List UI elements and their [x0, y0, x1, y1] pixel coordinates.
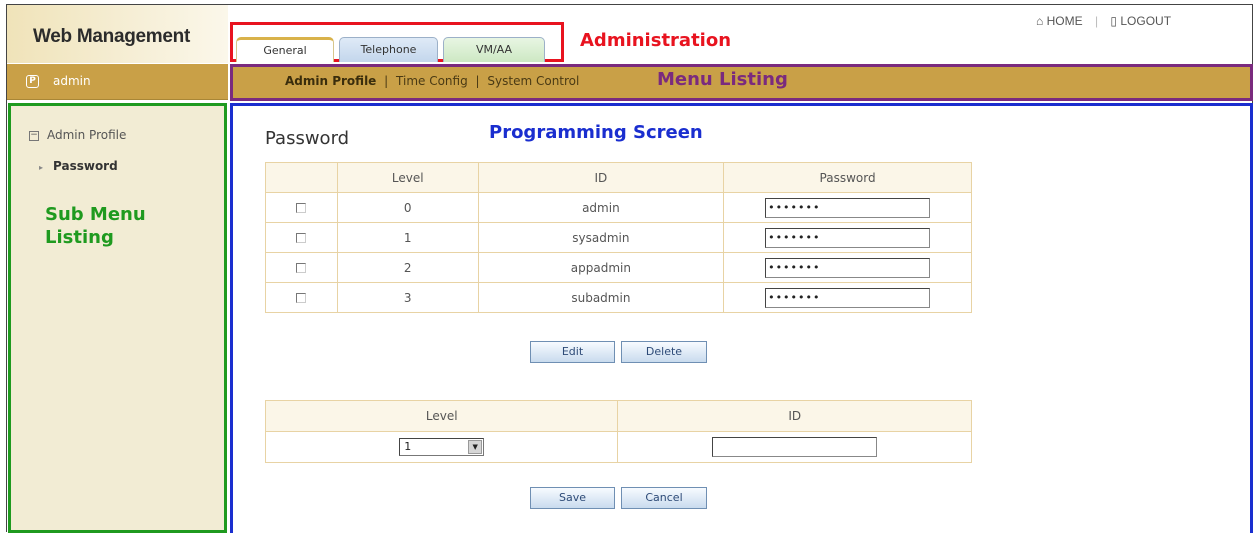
delete-button[interactable]: Delete: [621, 341, 707, 363]
administration-annotation: Administration: [580, 30, 732, 51]
menu-item-system-control[interactable]: System Control: [487, 74, 579, 88]
level-cell: 1: [336, 222, 479, 253]
row-checkbox[interactable]: [296, 263, 307, 273]
table-row: 0 admin •••••••: [265, 192, 972, 223]
sidebar-group-admin-profile[interactable]: Admin Profile: [47, 128, 126, 142]
tab-telephone[interactable]: Telephone: [339, 37, 438, 62]
home-link[interactable]: HOME: [1047, 14, 1083, 28]
menu-separator: |: [475, 74, 480, 88]
password-table: Level ID Password 0 admin ••••••• 1 sysa…: [265, 162, 972, 313]
logo: Web Management: [33, 26, 190, 47]
link-separator: |: [1094, 14, 1099, 28]
column-header-id: ID: [617, 400, 972, 432]
id-input[interactable]: [712, 437, 878, 457]
id-cell: subadmin: [477, 282, 725, 313]
level-select[interactable]: 1 ▼: [399, 438, 485, 456]
programming-annotation: Programming Screen: [489, 122, 703, 143]
user-bar: [7, 64, 228, 100]
level-cell: 3: [336, 282, 479, 313]
cancel-button[interactable]: Cancel: [621, 487, 707, 509]
user-icon: P: [26, 75, 39, 88]
column-header-level: Level: [264, 400, 619, 432]
arrow-right-icon: ▸: [39, 163, 44, 172]
sub-menu-annotation: Sub Menu Listing: [45, 204, 146, 248]
id-cell: admin: [477, 192, 725, 223]
table-row: 2 appadmin •••••••: [265, 252, 972, 283]
id-cell: appadmin: [477, 252, 725, 283]
column-header-level: Level: [336, 162, 479, 193]
sidebar-item-password[interactable]: Password: [53, 159, 118, 173]
menu-items: Admin Profile | Time Config | System Con…: [285, 74, 579, 88]
password-field[interactable]: •••••••: [765, 287, 931, 308]
collapse-icon[interactable]: −: [29, 131, 39, 141]
table-row: 3 subadmin •••••••: [265, 282, 972, 313]
level-select-value: 1: [404, 440, 412, 453]
tab-vm-aa[interactable]: VM/AA: [443, 37, 545, 62]
edit-button[interactable]: Edit: [530, 341, 615, 363]
menu-item-time-config[interactable]: Time Config: [396, 74, 468, 88]
page-title: Password: [265, 128, 350, 149]
column-header-id: ID: [477, 162, 725, 193]
row-checkbox[interactable]: [296, 233, 307, 243]
column-header-password: Password: [723, 162, 972, 193]
chevron-down-icon[interactable]: ▼: [468, 440, 483, 454]
password-field[interactable]: •••••••: [765, 227, 931, 248]
row-checkbox[interactable]: [296, 203, 307, 213]
tab-general[interactable]: General: [236, 37, 334, 62]
top-links: ⌂ HOME | ▯ LOGOUT: [1036, 14, 1171, 28]
menu-item-admin-profile[interactable]: Admin Profile: [285, 74, 376, 88]
password-field[interactable]: •••••••: [765, 257, 931, 278]
add-user-table: Level ID 1 ▼: [264, 400, 972, 463]
level-cell: 2: [336, 252, 479, 283]
level-cell: 0: [336, 192, 479, 223]
table-row: 1 sysadmin •••••••: [265, 222, 972, 253]
logout-icon[interactable]: ▯: [1110, 14, 1117, 28]
table-row: 1 ▼: [264, 431, 972, 463]
column-header-select: [265, 162, 338, 193]
row-checkbox[interactable]: [296, 293, 307, 303]
home-icon[interactable]: ⌂: [1036, 14, 1043, 28]
menu-listing-annotation: Menu Listing: [657, 69, 788, 90]
save-button[interactable]: Save: [530, 487, 615, 509]
id-cell: sysadmin: [477, 222, 725, 253]
logout-link[interactable]: LOGOUT: [1120, 14, 1171, 28]
password-field[interactable]: •••••••: [765, 197, 931, 218]
menu-separator: |: [384, 74, 389, 88]
user-name: admin: [53, 74, 91, 88]
